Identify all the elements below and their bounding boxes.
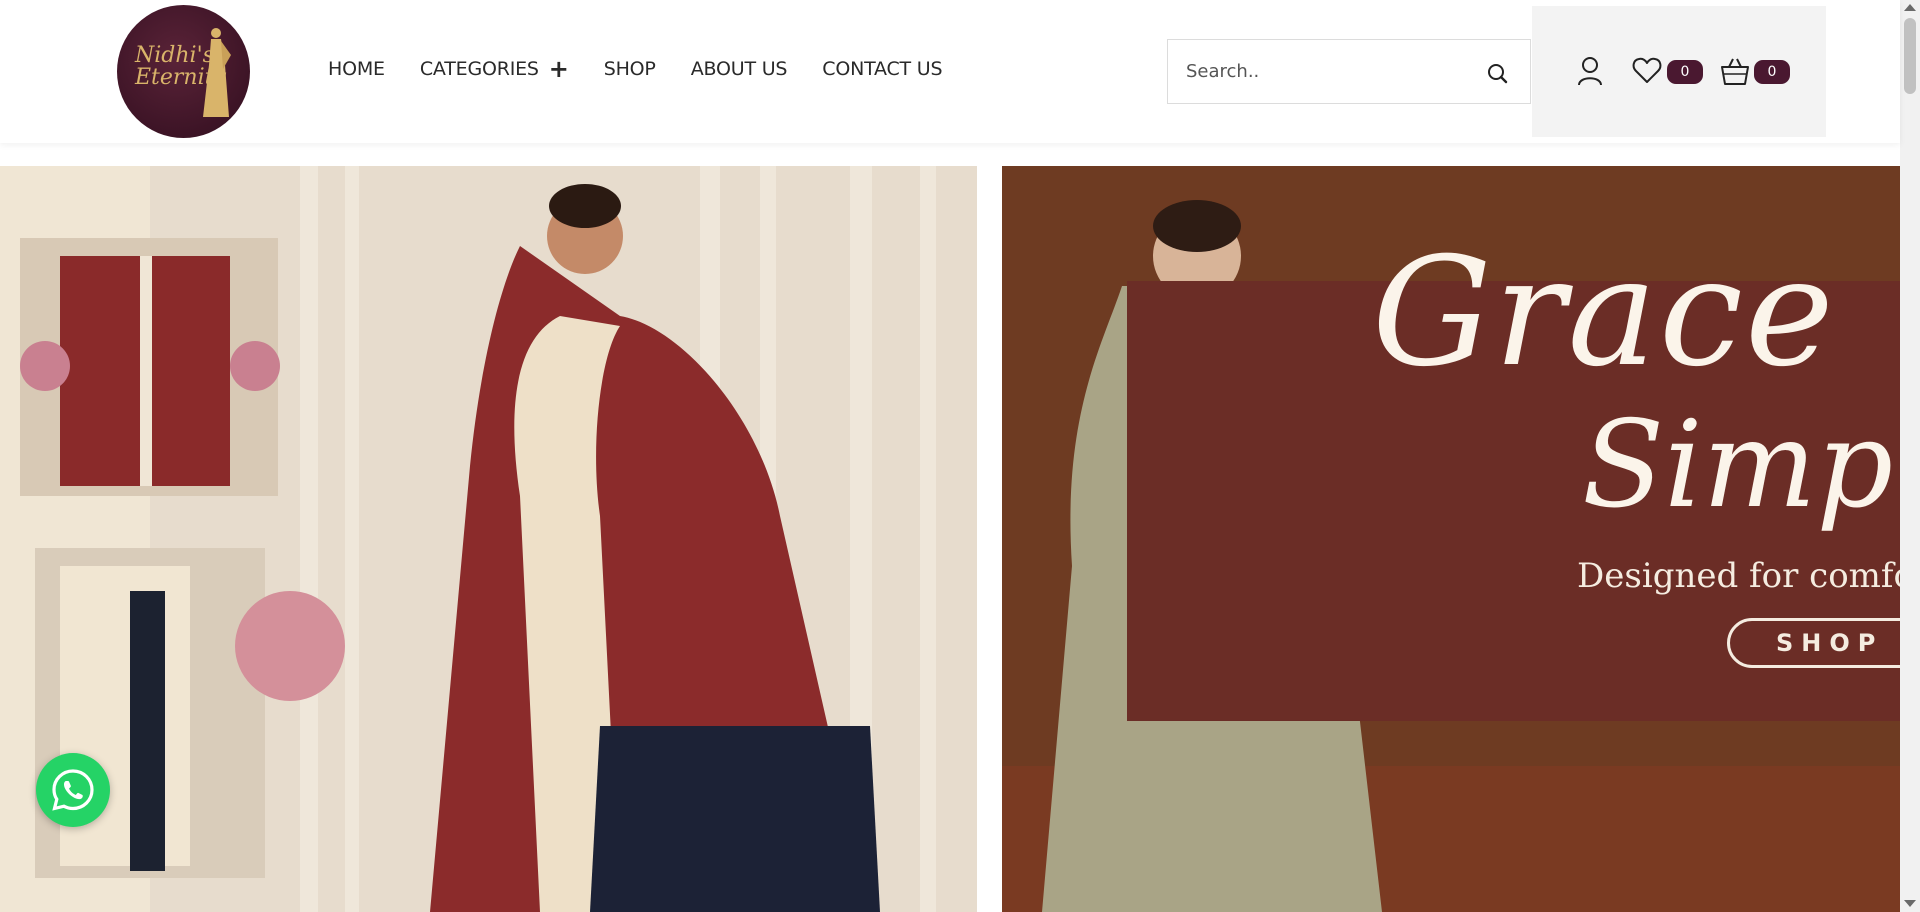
nav-contact-label: CONTACT US [822,58,943,80]
heart-icon[interactable] [1632,57,1662,84]
nav-home[interactable]: HOME [328,58,385,80]
nav-about-label: ABOUT US [690,58,788,80]
wishlist-count-badge: 0 [1667,60,1703,84]
site-header: Nidhi's Eternity HOME CATEGORIES + SHOP … [0,0,1900,143]
brand-logo[interactable]: Nidhi's Eternity [117,5,250,138]
shop-now-button[interactable]: SHOP I [1727,618,1900,668]
user-icon[interactable] [1577,56,1603,86]
whatsapp-icon [52,769,94,811]
logo-text: Nidhi's Eternity [135,43,226,90]
basket-icon[interactable] [1720,56,1750,86]
scroll-down-arrow-icon[interactable] [1904,900,1916,907]
hero-title-line2: Simp [1582,396,1894,535]
nav-categories[interactable]: CATEGORIES + [419,57,569,81]
main-nav: HOME CATEGORIES + SHOP ABOUT US CONTACT … [328,57,977,81]
header-icon-panel: 0 0 [1532,6,1826,137]
nav-shop-label: SHOP [603,58,656,80]
cart-count-badge: 0 [1754,60,1790,84]
page-scrollbar[interactable] [1900,0,1920,912]
nav-home-label: HOME [328,58,385,80]
hero-title: Grace [1372,226,1836,400]
search-box [1167,39,1531,104]
hero-banner-saree[interactable] [0,166,977,912]
hero-banner-grace[interactable]: Grace Simp Designed for comfort, SHOP I [1002,166,1900,912]
whatsapp-button[interactable] [36,753,110,827]
hero-tagline: Designed for comfort, [1577,556,1900,596]
scrollbar-thumb[interactable] [1904,18,1916,94]
nav-about-us[interactable]: ABOUT US [691,58,788,80]
search-input[interactable] [1186,40,1476,103]
hero-saree-image [0,166,977,912]
plus-icon[interactable]: + [549,57,569,81]
search-icon[interactable] [1486,62,1508,84]
logo-figure-icon [203,28,231,117]
nav-contact-us[interactable]: CONTACT US [822,58,942,80]
nav-categories-label: CATEGORIES [419,58,539,80]
scroll-up-arrow-icon[interactable] [1904,4,1916,11]
nav-shop[interactable]: SHOP [604,58,656,80]
